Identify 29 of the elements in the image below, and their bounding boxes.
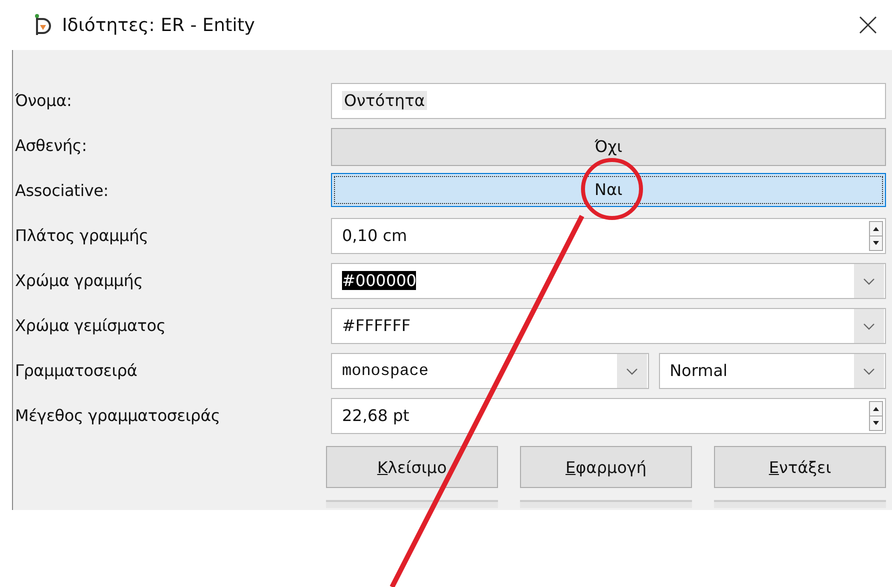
spin-field[interactable]: 22,68 pt <box>331 398 886 434</box>
spin-field[interactable]: 0,10 cm <box>331 218 886 254</box>
field-label: Γραμματοσειρά <box>14 361 138 380</box>
dropdown-icon[interactable] <box>854 354 884 388</box>
toggle-button[interactable]: Ναι <box>331 172 886 206</box>
dialog-button[interactable]: Εφαρμογή <box>520 446 692 488</box>
dropdown-icon[interactable] <box>854 264 884 298</box>
field-label: Όνομα: <box>14 91 73 110</box>
font-combo[interactable]: monospace <box>331 352 649 388</box>
dropdown-icon[interactable] <box>616 354 647 388</box>
field-label: Πλάτος γραμμής <box>14 226 150 245</box>
window-title: Ιδιότητες: ER - Entity <box>62 14 256 36</box>
field-label: Χρώμα γραμμής <box>14 271 144 290</box>
close-icon[interactable] <box>858 15 878 35</box>
toggle-button[interactable]: Όχι <box>331 128 886 166</box>
dialog-button[interactable]: Κλείσιμο <box>326 446 498 488</box>
style-combo[interactable]: Normal <box>658 352 886 388</box>
annotation-circle <box>581 158 643 220</box>
field-label: Μέγεθος γραμματοσειράς <box>14 406 222 425</box>
field-label: Ασθενής: <box>14 136 88 155</box>
color-combo[interactable]: #000000 <box>331 262 886 298</box>
field-label: Associative: <box>14 181 110 200</box>
dialog-button[interactable]: Εντάξει <box>714 446 886 488</box>
dropdown-icon[interactable] <box>854 308 884 342</box>
field-label: Χρώμα γεμίσματος <box>14 316 167 335</box>
name-field[interactable]: Οντότητα <box>331 82 886 118</box>
spinner-icon[interactable] <box>869 220 883 250</box>
color-combo[interactable]: #FFFFFF <box>331 308 886 344</box>
spinner-icon[interactable] <box>869 400 883 430</box>
